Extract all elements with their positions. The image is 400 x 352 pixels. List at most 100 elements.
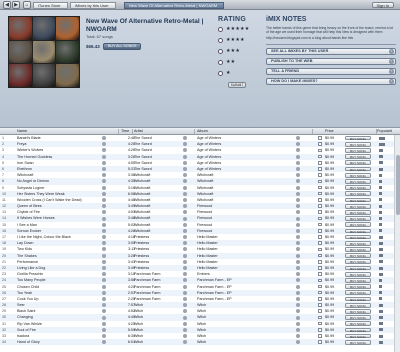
buy-song-button[interactable]: BUY SONG (345, 315, 371, 320)
arrow-link-icon[interactable] (183, 228, 187, 233)
buy-song-button[interactable]: BUY SONG (345, 327, 371, 332)
arrow-link-icon[interactable] (102, 142, 106, 147)
track-checkbox[interactable] (318, 272, 322, 276)
arrow-link-icon[interactable] (296, 167, 300, 172)
arrow-link-icon[interactable] (102, 241, 106, 246)
arrow-link-icon[interactable] (296, 197, 300, 202)
notes-action-button[interactable]: HOW DO I MAKE iMIXES? › (266, 77, 396, 86)
column-header-name[interactable]: Name (17, 128, 27, 135)
arrow-link-icon[interactable] (102, 173, 106, 178)
track-checkbox[interactable] (318, 185, 322, 190)
buy-song-button[interactable]: BUY SONG (345, 290, 371, 295)
arrow-link-icon[interactable] (102, 154, 106, 159)
arrow-link-icon[interactable] (296, 191, 300, 196)
arrow-link-icon[interactable] (183, 191, 187, 196)
arrow-link-icon[interactable] (296, 303, 300, 308)
buy-song-button[interactable]: BUY SONG (345, 333, 371, 339)
arrow-link-icon[interactable] (102, 197, 106, 202)
breadcrumb-imixes-by-user[interactable]: iMixes by this User (70, 1, 116, 9)
arrow-link-icon[interactable] (296, 266, 300, 271)
arrow-link-icon[interactable] (296, 185, 300, 190)
radio-button[interactable] (218, 37, 223, 43)
buy-song-button[interactable]: BUY SONG (345, 209, 371, 215)
scrollbar-thumb[interactable] (396, 155, 400, 215)
arrow-link-icon[interactable] (102, 327, 106, 332)
buy-song-button[interactable]: BUY SONG (345, 203, 371, 209)
arrow-link-icon[interactable] (102, 340, 106, 345)
buy-song-button[interactable]: BUY SONG (345, 302, 371, 308)
arrow-link-icon[interactable] (296, 247, 300, 252)
arrow-link-icon[interactable] (183, 197, 187, 202)
track-checkbox[interactable] (318, 167, 322, 171)
arrow-link-icon[interactable] (102, 167, 106, 172)
arrow-link-icon[interactable] (102, 160, 106, 165)
arrow-link-icon[interactable] (102, 204, 106, 209)
arrow-link-icon[interactable] (296, 235, 300, 240)
buy-song-button[interactable]: BUY SONG (345, 284, 371, 289)
arrow-link-icon[interactable] (296, 296, 300, 301)
signin-button[interactable]: Sign In (371, 2, 394, 8)
track-checkbox[interactable] (318, 241, 322, 245)
arrow-link-icon[interactable] (296, 272, 300, 277)
arrow-link-icon[interactable] (102, 290, 106, 295)
buy-song-button[interactable]: BUY SONG (345, 135, 371, 141)
track-checkbox[interactable] (318, 284, 322, 289)
table-row[interactable]: 34 Hand of Glory 6:01 Witch Witch $0.99 BUY SO… (0, 339, 400, 346)
back-icon[interactable]: ◀ (3, 1, 11, 9)
buy-song-button[interactable]: BUY SONG (345, 191, 371, 196)
arrow-link-icon[interactable] (102, 235, 106, 240)
arrow-link-icon[interactable] (296, 148, 300, 153)
arrow-link-icon[interactable] (296, 222, 300, 227)
track-checkbox[interactable] (318, 216, 322, 221)
arrow-link-icon[interactable] (102, 296, 106, 301)
buy-song-button[interactable]: BUY SONG (345, 321, 371, 326)
arrow-link-icon[interactable] (296, 228, 300, 233)
arrow-link-icon[interactable] (296, 321, 300, 326)
track-checkbox[interactable] (318, 253, 322, 258)
home-icon[interactable]: ⌂ (23, 1, 31, 9)
buy-song-button[interactable]: BUY SONG (345, 259, 371, 264)
notes-action-button[interactable]: SEE ALL iMIXES BY THIS USER › (266, 47, 396, 56)
arrow-link-icon[interactable] (102, 315, 106, 320)
arrow-link-icon[interactable] (296, 210, 300, 215)
buy-song-button[interactable]: BUY SONG (345, 179, 371, 184)
column-header-popularity[interactable]: Popularit (377, 128, 392, 135)
arrow-link-icon[interactable] (296, 290, 300, 295)
buy-song-button[interactable]: BUY SONG (345, 234, 371, 240)
track-checkbox[interactable] (318, 160, 322, 165)
arrow-link-icon[interactable] (102, 272, 106, 277)
arrow-link-icon[interactable] (183, 290, 187, 295)
arrow-link-icon[interactable] (296, 259, 300, 264)
buy-song-button[interactable]: BUY SONG (345, 253, 371, 258)
notes-action-button[interactable]: PUBLISH TO THE WEB › (266, 57, 396, 66)
track-checkbox[interactable] (318, 247, 322, 252)
arrow-link-icon[interactable] (102, 210, 106, 215)
buy-song-button[interactable]: BUY SONG (345, 271, 371, 277)
arrow-link-icon[interactable] (102, 309, 106, 314)
arrow-link-icon[interactable] (296, 253, 300, 258)
breadcrumb-store[interactable]: iTunes Store (33, 1, 68, 9)
track-checkbox[interactable] (318, 334, 322, 338)
arrow-link-icon[interactable] (296, 173, 300, 178)
buy-song-button[interactable]: BUY SONG (345, 308, 371, 314)
column-header-price[interactable]: Price (325, 128, 334, 135)
track-checkbox[interactable] (318, 198, 322, 202)
arrow-link-icon[interactable] (296, 284, 300, 289)
arrow-link-icon[interactable] (102, 185, 106, 190)
buy-song-button[interactable]: BUY SONG (345, 148, 371, 153)
arrow-link-icon[interactable] (102, 228, 106, 233)
track-checkbox[interactable] (318, 191, 322, 196)
rating-submit-button[interactable]: SUBMIT (228, 82, 246, 88)
buy-song-button[interactable]: BUY SONG (345, 172, 371, 178)
track-checkbox[interactable] (318, 297, 322, 301)
rating-option[interactable]: ★★★ (218, 46, 264, 56)
track-checkbox[interactable] (318, 259, 322, 264)
arrow-link-icon[interactable] (102, 136, 106, 141)
rating-option[interactable]: ★★ (218, 57, 264, 67)
arrow-link-icon[interactable] (102, 334, 106, 339)
column-header-time[interactable]: Time (121, 128, 129, 135)
arrow-link-icon[interactable] (296, 309, 300, 314)
track-checkbox[interactable] (318, 266, 322, 270)
radio-button[interactable] (218, 26, 223, 32)
track-list-scrollbar[interactable] (394, 135, 400, 352)
